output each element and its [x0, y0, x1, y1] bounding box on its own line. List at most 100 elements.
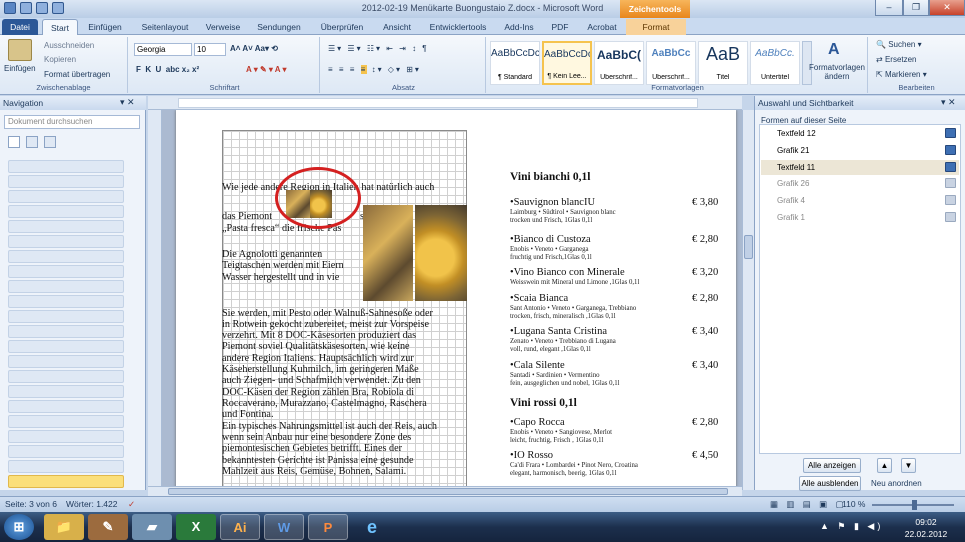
- body-text-line[interactable]: und Fontina.: [222, 409, 467, 420]
- restore-button[interactable]: ❐: [903, 0, 929, 16]
- tab-file[interactable]: Datei: [2, 19, 38, 35]
- clock-time[interactable]: 09:02: [906, 517, 946, 527]
- horizontal-scroll-thumb[interactable]: [168, 488, 728, 495]
- nav-page-thumbnail[interactable]: [8, 445, 124, 458]
- body-text-line[interactable]: Sie werden, mit Pesto oder Walnuß-Sahnes…: [222, 308, 467, 319]
- vertical-scrollbar[interactable]: [742, 110, 754, 490]
- minimize-button[interactable]: –: [875, 0, 903, 16]
- red-wine-header[interactable]: Vini rossi 0,1l: [510, 397, 577, 409]
- visibility-eye-icon[interactable]: [945, 178, 956, 189]
- tab-insert[interactable]: Einfügen: [82, 19, 128, 35]
- grow-shrink-font-icons[interactable]: A˄ A˅ Aa▾ ⟲: [230, 44, 278, 53]
- wine-item[interactable]: •Scaia Bianca Sant Antonio • Veneto • Gar…: [510, 293, 735, 323]
- nav-page-thumbnail[interactable]: [8, 475, 124, 488]
- nav-page-thumbnail[interactable]: [8, 340, 124, 353]
- nav-pages-view-icon[interactable]: [26, 136, 38, 148]
- tab-view[interactable]: Ansicht: [378, 19, 416, 35]
- wine-item[interactable]: •IO Rosso Ca'di Frara • Lombardei • Pinot…: [510, 450, 735, 480]
- body-text-line[interactable]: Wasser hergestellt und in vie: [222, 272, 360, 283]
- powerpoint-taskbar-icon[interactable]: P: [308, 514, 348, 540]
- nav-page-thumbnail[interactable]: [8, 430, 124, 443]
- replace-button[interactable]: ⇄ Ersetzen: [876, 55, 917, 64]
- style-no-spacing[interactable]: AaBbCcDc ¶ Kein Lee...: [542, 41, 592, 85]
- copy-button[interactable]: Kopieren: [44, 55, 76, 64]
- font-size-combo[interactable]: 10: [194, 43, 226, 56]
- nav-page-thumbnail[interactable]: [8, 310, 124, 323]
- style-heading-2[interactable]: AaBbCc Überschrif...: [646, 41, 696, 85]
- shape-row[interactable]: Textfeld 12: [761, 126, 959, 141]
- cut-button[interactable]: Ausschneiden: [44, 41, 94, 50]
- app-taskbar-icon[interactable]: ▰: [132, 514, 172, 540]
- selection-pane-close-icon[interactable]: ▾ ✕: [941, 97, 956, 108]
- nav-headings-view-icon[interactable]: [8, 136, 20, 148]
- hide-all-button[interactable]: Alle ausblenden: [799, 476, 861, 491]
- nav-page-thumbnail[interactable]: [8, 160, 124, 173]
- tab-format[interactable]: Format: [626, 19, 686, 35]
- visibility-eye-icon[interactable]: [945, 128, 956, 138]
- tab-review[interactable]: Überprüfen: [312, 19, 372, 35]
- nav-page-thumbnail[interactable]: [8, 265, 124, 278]
- paint-taskbar-icon[interactable]: ✎: [88, 514, 128, 540]
- shape-row[interactable]: Grafik 26: [761, 176, 959, 191]
- find-button[interactable]: 🔍 Suchen ▾: [876, 40, 922, 49]
- wine-item[interactable]: •Sauvignon blancIU Laimburg • Südtirol • …: [510, 197, 735, 227]
- tray-icons[interactable]: ▲ ⚑ ▮ ◀): [820, 521, 883, 532]
- body-text-line[interactable]: verzehrt. Mit 8 DOC-Käsesorten produzier…: [222, 330, 467, 341]
- body-text-line[interactable]: andere Region Italiens. Hauptsächlich wi…: [222, 353, 467, 364]
- clock-date[interactable]: 22.02.2012: [900, 529, 952, 539]
- nav-page-thumbnail[interactable]: [8, 190, 124, 203]
- word-count[interactable]: Wörter: 1.422: [66, 497, 118, 512]
- nav-page-thumbnail[interactable]: [8, 400, 124, 413]
- nav-page-thumbnail[interactable]: [8, 205, 124, 218]
- align-icons[interactable]: ≡ ≡ ≡ ≡ ↕▾ ◇▾ ⊞▾: [328, 65, 421, 74]
- body-text-line[interactable]: auch Ziegen- und Schafmilch verwendet. Z…: [222, 375, 467, 386]
- zoom-level[interactable]: 110 %: [842, 497, 865, 512]
- body-text-line[interactable]: in Rotwein gekocht zubereitet, meist zur…: [222, 319, 467, 330]
- visibility-eye-icon[interactable]: [945, 195, 956, 206]
- shape-row[interactable]: Textfeld 11: [761, 159, 959, 175]
- format-painter-button[interactable]: Format übertragen: [44, 70, 110, 79]
- nav-page-thumbnail[interactable]: [8, 280, 124, 293]
- nav-page-thumbnail[interactable]: [8, 370, 124, 383]
- body-text-line[interactable]: Piemont soviel Qualitätskäsesorten, wie …: [222, 341, 467, 352]
- font-name-combo[interactable]: Georgia: [134, 43, 192, 56]
- tab-page-layout[interactable]: Seitenlayout: [134, 19, 196, 35]
- nav-results-view-icon[interactable]: [44, 136, 56, 148]
- style-title[interactable]: AaB Titel: [698, 41, 748, 85]
- illustrator-taskbar-icon[interactable]: Ai: [220, 514, 260, 540]
- body-text-line[interactable]: Käseherstellung Kuhmilch, im geringeren …: [222, 364, 467, 375]
- document-page[interactable]: Wie jede andere Region in Italien hat na…: [176, 110, 736, 490]
- wine-item[interactable]: •Lugana Santa Cristina Zenato • Veneto • …: [510, 326, 735, 356]
- shape-row[interactable]: Grafik 4: [761, 193, 959, 208]
- list-icons[interactable]: ☰▾ ☰▾ ☷▾ ⇤ ⇥ ↕ ¶: [328, 44, 429, 53]
- select-button[interactable]: ⇱ Markieren ▾: [876, 70, 927, 79]
- move-up-button[interactable]: ▲: [877, 458, 892, 473]
- ie-taskbar-icon[interactable]: e: [352, 514, 392, 540]
- proofing-icon[interactable]: ✓: [128, 497, 135, 512]
- nav-page-thumbnail[interactable]: [8, 355, 124, 368]
- page-count[interactable]: Seite: 3 von 6: [5, 497, 57, 512]
- style-subtitle[interactable]: AaBbCc. Untertitel: [750, 41, 800, 85]
- nav-page-thumbnail[interactable]: [8, 235, 124, 248]
- font-color-icon[interactable]: A ▾ ✎ ▾ A ▾: [246, 65, 287, 74]
- tab-mailings[interactable]: Sendungen: [252, 19, 306, 35]
- body-text-line[interactable]: Ein typisches Nahrungsmittel ist auch de…: [222, 421, 467, 432]
- shape-row[interactable]: Grafik 21: [761, 143, 959, 158]
- horizontal-ruler[interactable]: [148, 96, 742, 110]
- pasta-photo-large-1[interactable]: [363, 205, 413, 301]
- nav-page-thumbnail[interactable]: [8, 250, 124, 263]
- nav-page-thumbnail[interactable]: [8, 175, 124, 188]
- style-heading-1[interactable]: AaBbC(Überschrif...: [594, 41, 644, 85]
- tab-addins[interactable]: Add-Ins: [498, 19, 540, 35]
- wine-item[interactable]: •Capo Rocca Enobis • Veneto • Sangiovese,…: [510, 417, 735, 447]
- tab-developer[interactable]: Entwicklertools: [424, 19, 492, 35]
- word-taskbar-icon[interactable]: W: [264, 514, 304, 540]
- view-mode-icons[interactable]: ▦ ▥ ▤ ▣ ▢: [770, 497, 847, 512]
- tab-start[interactable]: Start: [42, 19, 78, 35]
- nav-page-thumbnail[interactable]: [8, 220, 124, 233]
- style-standard[interactable]: AaBbCcDc ¶ Standard: [490, 41, 540, 85]
- visibility-eye-icon[interactable]: [945, 212, 956, 222]
- visibility-eye-icon[interactable]: [945, 144, 956, 155]
- nav-page-thumbnail[interactable]: [8, 325, 124, 338]
- body-text-line[interactable]: Roccaverano, Murazzano, Castelmagno, Ras…: [222, 398, 467, 409]
